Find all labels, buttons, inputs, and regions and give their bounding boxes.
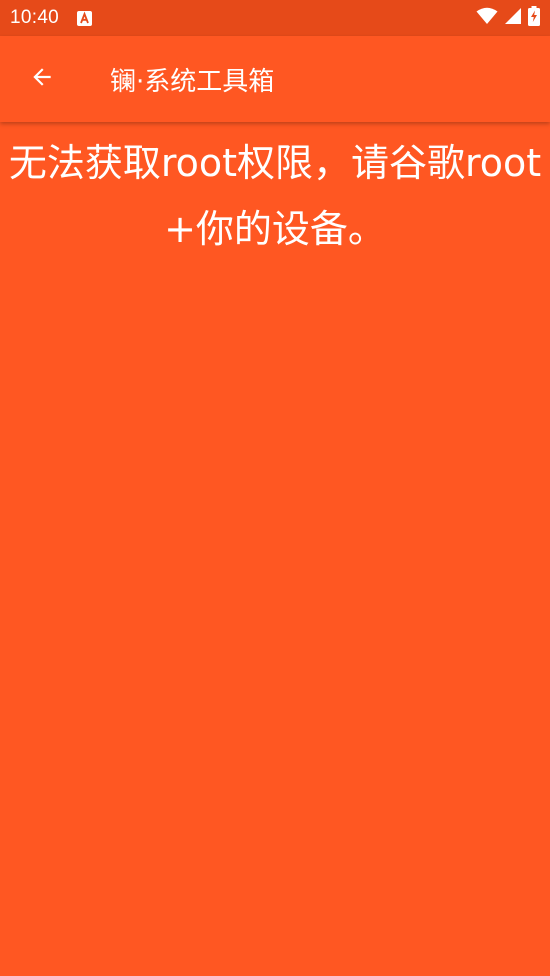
page-title: 镧·系统工具箱 [110, 66, 275, 97]
wifi-icon [476, 7, 498, 29]
back-button[interactable] [20, 57, 64, 101]
arrow-left-icon [29, 64, 55, 94]
status-time: 10:40 [10, 7, 60, 28]
battery-charging-icon [528, 6, 540, 30]
root-permission-message: 无法获取root权限，请谷歌root+你的设备。 [8, 141, 542, 251]
status-bar: 10:40 [0, 0, 550, 36]
status-icons [476, 6, 540, 30]
signal-icon [504, 7, 522, 29]
app-bar: 镧·系统工具箱 [0, 36, 550, 122]
keyboard-a-icon [77, 10, 93, 26]
main-content: 无法获取root权限，请谷歌root+你的设备。 [0, 122, 550, 262]
